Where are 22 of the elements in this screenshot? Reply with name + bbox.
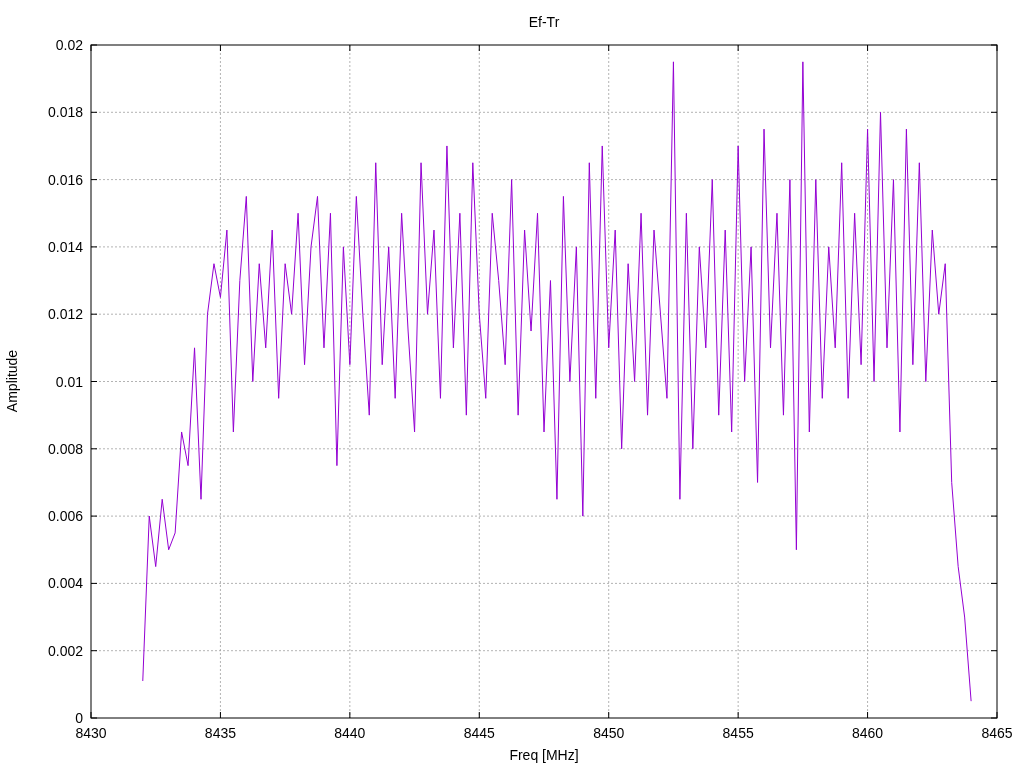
tick-label: 8440 [334, 725, 366, 741]
tick-label: 8465 [981, 725, 1013, 741]
tick-label: 0.004 [47, 575, 83, 592]
tick-label: 8455 [722, 725, 754, 741]
axis-label: Freq [MHz] [509, 747, 579, 763]
tick-label: 8435 [204, 725, 236, 741]
tick-label: 8445 [463, 725, 495, 741]
tick-label: 8460 [852, 725, 884, 741]
axis-label: Amplitude [4, 349, 20, 413]
tick-label: 8450 [593, 725, 625, 741]
tick-label: 0.012 [47, 306, 83, 323]
tick-label: 0.006 [47, 508, 83, 525]
chart-title: Ef-Tr [528, 14, 560, 30]
tick-label: 0.01 [55, 373, 83, 390]
tick-label: 8430 [75, 725, 107, 741]
tick-label: 0 [75, 710, 83, 726]
tick-label: 0.014 [47, 238, 83, 255]
tick-label: 0.018 [47, 104, 83, 121]
tick-label: 0.016 [47, 171, 83, 188]
tick-label: 0.02 [55, 37, 83, 53]
tick-label: 0.002 [47, 642, 83, 659]
tick-label: 0.008 [47, 440, 83, 457]
